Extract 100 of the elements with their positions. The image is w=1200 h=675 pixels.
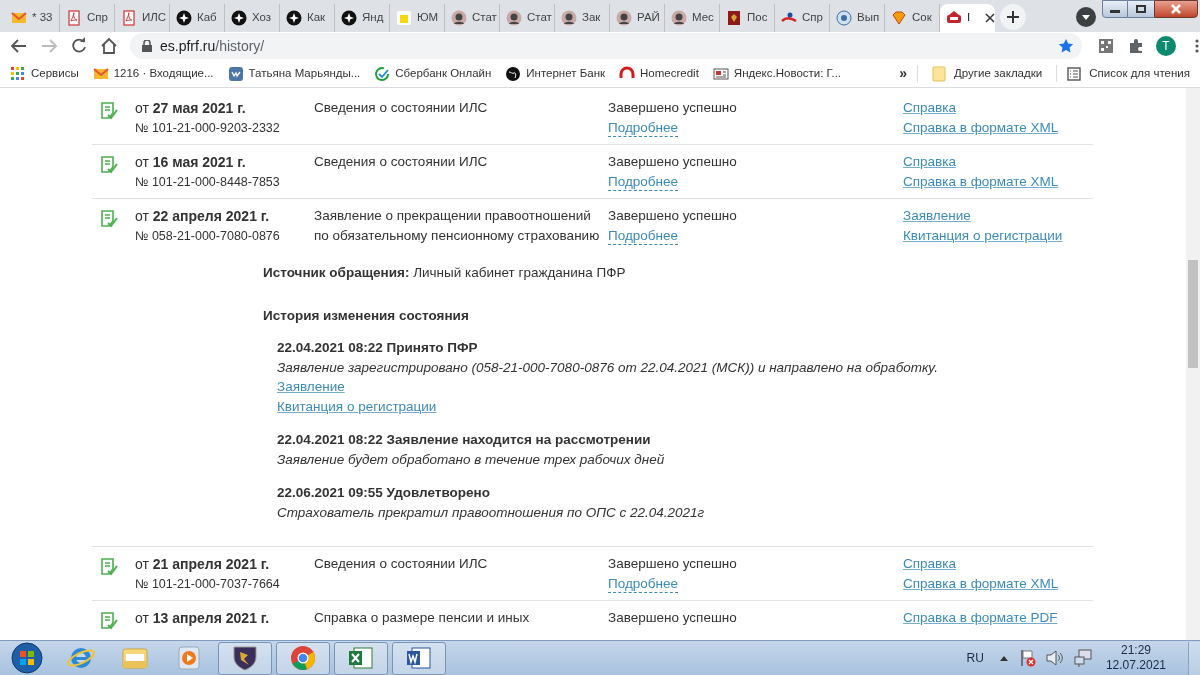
request-description: Заявление о прекращении правоотношений по обязательному пенсионному страхованию bbox=[314, 207, 601, 245]
taskbar-button[interactable] bbox=[334, 641, 388, 675]
bookmark-link[interactable]: Яндекс.Новости: Г... bbox=[733, 64, 842, 83]
request-number: № 058-21-000-7080-0876 bbox=[135, 228, 281, 245]
browser-tab[interactable]: I bbox=[940, 4, 995, 32]
bookmark-link[interactable]: Сбербанк Онлайн bbox=[395, 64, 492, 83]
qr-code-icon[interactable] bbox=[1098, 38, 1115, 54]
document-link[interactable]: Справка bbox=[903, 98, 956, 118]
scrollbar-thumb[interactable] bbox=[1188, 260, 1198, 368]
avatar-icon bbox=[561, 10, 577, 26]
envelope-icon bbox=[11, 10, 27, 26]
bookmark-link[interactable]: Сервисы bbox=[31, 64, 79, 83]
minimize-icon bbox=[1110, 10, 1120, 13]
document-link[interactable]: Квитанция о регистрации bbox=[277, 398, 437, 414]
document-check-icon bbox=[100, 102, 119, 122]
gem-icon bbox=[891, 10, 907, 26]
taskbar-button[interactable] bbox=[392, 641, 446, 675]
request-date: от 21 апреля 2021 г. bbox=[135, 555, 271, 574]
speaker-icon[interactable] bbox=[1045, 650, 1064, 666]
home-icon[interactable] bbox=[100, 37, 118, 55]
bookmark-link[interactable]: Homecredit bbox=[640, 64, 699, 83]
document-link[interactable]: Квитанция о регистрации bbox=[903, 226, 1063, 246]
document-link[interactable]: Справка в формате XML bbox=[903, 118, 1059, 138]
document-link[interactable]: Справка в формате XML bbox=[903, 574, 1059, 594]
close-window-button[interactable] bbox=[1154, 0, 1198, 18]
request-status: Завершено успешно bbox=[608, 555, 738, 573]
taskbar-button[interactable] bbox=[218, 641, 272, 675]
request-description: Сведения о состоянии ИЛС bbox=[314, 99, 489, 117]
envelope-icon[interactable] bbox=[92, 65, 109, 82]
bookmark-link[interactable]: Интернет Банк bbox=[526, 64, 606, 83]
new-tab-icon[interactable] bbox=[999, 3, 1027, 31]
clock-time[interactable]: 21:29 bbox=[1120, 643, 1151, 658]
reading-list-button[interactable]: Список для чтения bbox=[1089, 64, 1190, 83]
request-number: № 101-21-000-8448-7853 bbox=[135, 174, 281, 191]
details-link[interactable]: Подробнее bbox=[608, 227, 678, 245]
document-check-icon bbox=[100, 156, 119, 176]
logo-icon bbox=[946, 10, 962, 26]
globe-icon[interactable] bbox=[505, 65, 522, 82]
minimize-button[interactable] bbox=[1102, 0, 1128, 18]
bookmark-link[interactable]: Татьяна Марьянды... bbox=[248, 64, 361, 83]
request-description: Справка о размере пенсии и иных bbox=[314, 609, 531, 627]
document-link[interactable]: Справка bbox=[903, 554, 956, 574]
document-icon bbox=[66, 10, 82, 26]
bookmark-link[interactable]: 1216 · Входящие... bbox=[113, 64, 214, 83]
bookmark-folder[interactable]: Другие закладки bbox=[954, 64, 1043, 83]
bookmark-star-icon[interactable] bbox=[1058, 38, 1075, 54]
tab-search-icon[interactable] bbox=[1075, 6, 1097, 28]
document-check-icon bbox=[100, 210, 119, 230]
history-heading: История изменения состояния bbox=[263, 307, 470, 325]
newspaper-icon[interactable] bbox=[712, 65, 729, 82]
clock-date[interactable]: 12.07.2021 bbox=[1105, 658, 1166, 673]
show-hidden-icon[interactable] bbox=[999, 655, 1008, 661]
document-link[interactable]: Справка в формате PDF bbox=[903, 608, 1058, 628]
document-link[interactable]: Справка bbox=[903, 152, 956, 172]
more-menu-icon[interactable] bbox=[1194, 38, 1200, 54]
details-link[interactable]: Подробнее bbox=[608, 119, 678, 137]
history-entry-title: 22.06.2021 09:55 Удовлетворено bbox=[277, 484, 491, 502]
avatar-icon bbox=[616, 10, 632, 26]
maximize-button[interactable] bbox=[1128, 0, 1154, 18]
scrollbar[interactable] bbox=[1186, 88, 1200, 640]
profile-avatar[interactable]: T bbox=[1156, 36, 1176, 56]
star-circle-icon bbox=[286, 10, 302, 26]
request-date: от 27 мая 2021 г. bbox=[135, 99, 247, 118]
flag-warning-icon[interactable] bbox=[1019, 649, 1036, 667]
chrome-icon bbox=[288, 643, 318, 673]
start-orb-icon[interactable] bbox=[10, 641, 44, 675]
reload-icon[interactable] bbox=[70, 37, 88, 55]
history-entry-note: Заявление будет обработано в течение трех рабочих дней bbox=[277, 450, 666, 469]
crest-icon bbox=[726, 10, 742, 26]
puzzle-icon[interactable] bbox=[1128, 38, 1145, 54]
details-link[interactable]: Подробнее bbox=[608, 173, 678, 191]
document-icon bbox=[121, 10, 137, 26]
shield-icon bbox=[230, 643, 260, 673]
document-link[interactable]: Заявление bbox=[277, 379, 345, 394]
avatar-icon bbox=[671, 10, 687, 26]
history-entry-title: 22.04.2021 08:22 Принято ПФР bbox=[277, 339, 479, 357]
document-link[interactable]: Справка в формате XML bbox=[903, 172, 1059, 192]
details-link[interactable]: Подробнее bbox=[608, 575, 678, 593]
star-circle-icon bbox=[176, 10, 192, 26]
avatar-icon bbox=[451, 10, 467, 26]
close-icon bbox=[1171, 4, 1181, 14]
address-bar[interactable]: es.pfrf.ru/history/ bbox=[130, 33, 1083, 59]
network-icon[interactable] bbox=[1073, 649, 1092, 667]
back-icon[interactable] bbox=[10, 37, 28, 55]
request-number: № 101-21-000-9203-2332 bbox=[135, 120, 281, 137]
close-icon[interactable] bbox=[985, 13, 995, 23]
document-link[interactable]: Заявление bbox=[903, 206, 971, 226]
history-entry-title: 22.04.2021 08:22 Заявление находится на рассмотрении bbox=[277, 431, 652, 449]
request-status: Завершено успешно bbox=[608, 207, 738, 225]
url-text: es.pfrf.ru/history/ bbox=[160, 36, 265, 56]
checkmark-circle-icon[interactable] bbox=[374, 65, 391, 82]
apps-grid-icon[interactable] bbox=[10, 65, 26, 82]
request-date: от 16 мая 2021 г. bbox=[135, 153, 247, 172]
more-bookmarks-button[interactable]: » bbox=[899, 63, 908, 84]
list-icon[interactable] bbox=[1067, 66, 1082, 81]
language-indicator[interactable]: RU bbox=[966, 649, 984, 667]
star-circle-icon bbox=[231, 10, 247, 26]
document-check-icon bbox=[100, 558, 119, 578]
request-status: Завершено успешно bbox=[608, 609, 738, 627]
square-logo-icon[interactable] bbox=[227, 65, 244, 82]
